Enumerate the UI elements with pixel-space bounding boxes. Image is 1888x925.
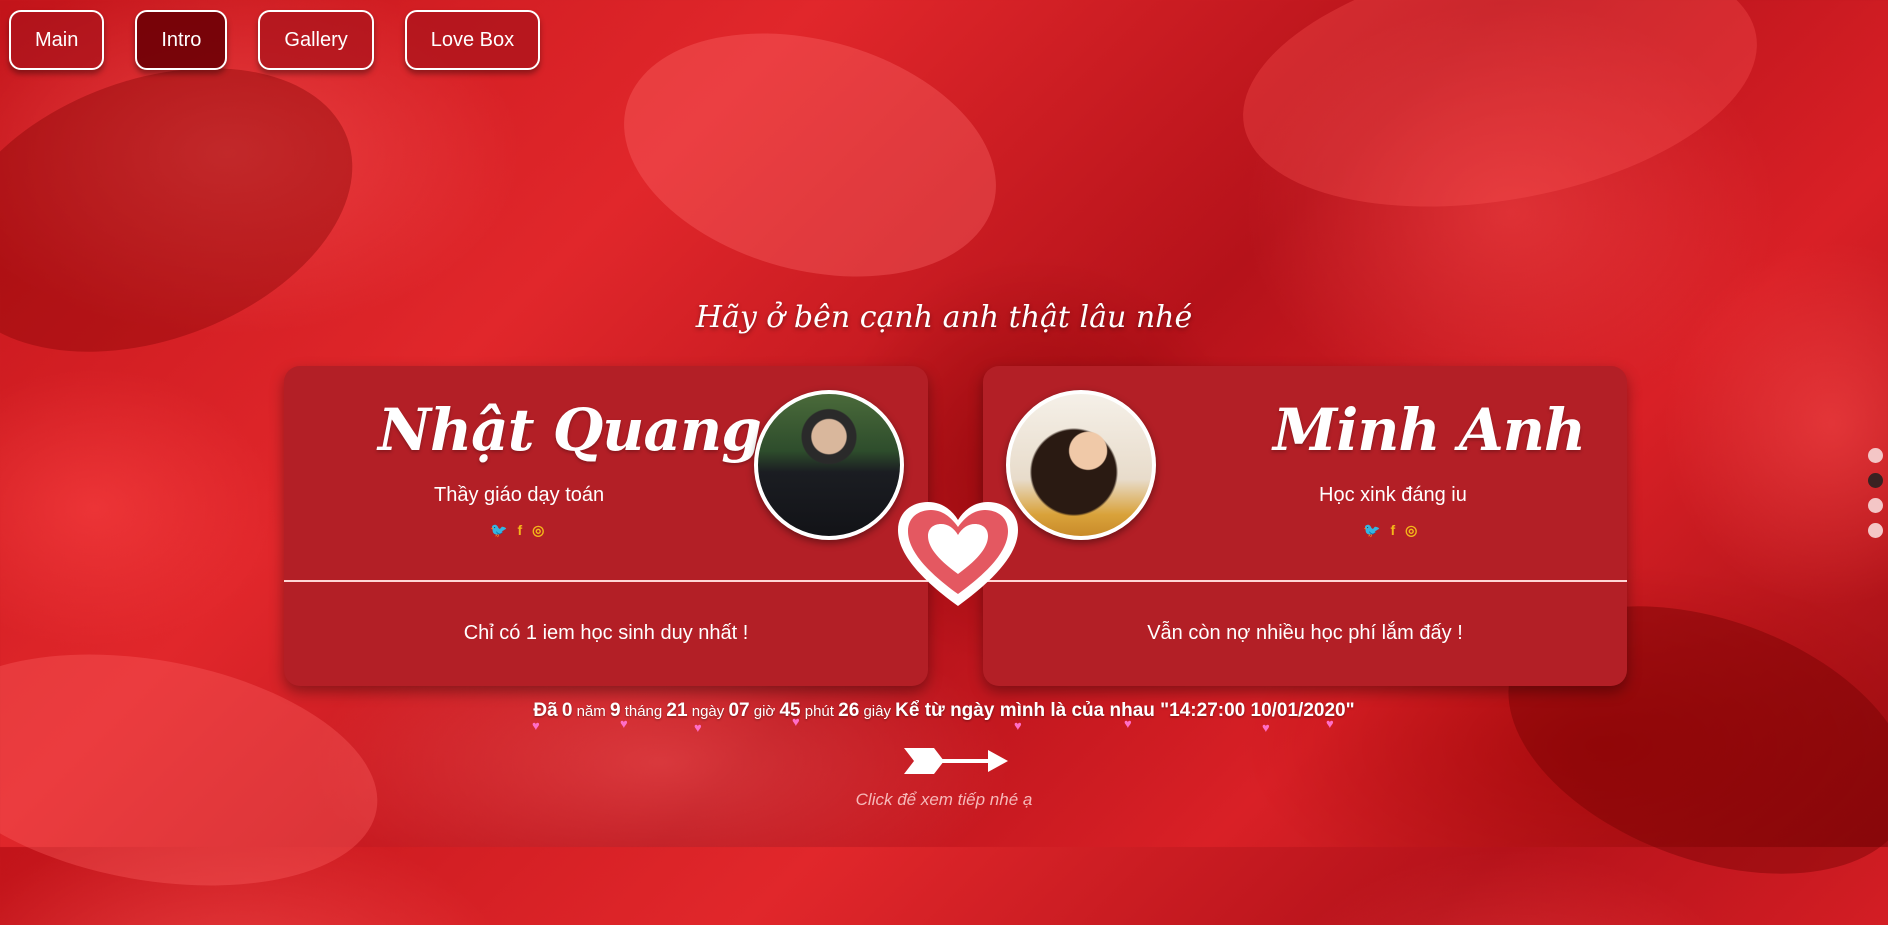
decor-heart-icon: ♥ bbox=[1326, 716, 1334, 731]
counter-hours-label: giờ bbox=[753, 703, 776, 720]
instagram-icon[interactable]: ◎ bbox=[532, 522, 544, 539]
headline: Hãy ở bên cạnh anh thật lâu nhé bbox=[695, 300, 1193, 335]
next-arrow-icon[interactable] bbox=[904, 744, 1008, 778]
counter-seconds-label: giây bbox=[863, 703, 891, 720]
counter-days-label: ngày bbox=[691, 703, 725, 720]
nav-gallery-button[interactable]: Gallery bbox=[258, 10, 374, 70]
heart-icon bbox=[898, 502, 1018, 606]
section-dots bbox=[1868, 448, 1883, 538]
section-dot-3[interactable] bbox=[1868, 498, 1883, 513]
nav-love-box-button[interactable]: Love Box bbox=[404, 10, 541, 70]
continue-hint[interactable]: Click để xem tiếp nhé ạ bbox=[0, 790, 1888, 810]
person-name-left: Nhật Quang bbox=[378, 396, 762, 464]
section-dot-4[interactable] bbox=[1868, 523, 1883, 538]
card-message-right: Vẫn còn nợ nhiều học phí lắm đấy ! bbox=[1147, 622, 1463, 644]
social-links-right: 🐦 f ◎ bbox=[1363, 522, 1417, 539]
counter-seconds: 26 bbox=[838, 700, 860, 721]
nav-intro-button[interactable]: Intro bbox=[135, 10, 228, 70]
person-role-left: Thầy giáo dạy toán bbox=[434, 484, 605, 506]
instagram-icon[interactable]: ◎ bbox=[1405, 522, 1417, 539]
counter-years-label: năm bbox=[576, 703, 606, 720]
counter-minutes-label: phút bbox=[804, 703, 834, 720]
decor-heart-icon: ♥ bbox=[620, 716, 628, 731]
top-nav: Main Intro Gallery Love Box bbox=[9, 10, 541, 70]
decor-heart-icon: ♥ bbox=[694, 720, 702, 735]
counter-months-label: tháng bbox=[624, 703, 663, 720]
section-dot-1[interactable] bbox=[1868, 448, 1883, 463]
facebook-icon[interactable]: f bbox=[517, 522, 522, 539]
decor-heart-icon: ♥ bbox=[1124, 716, 1132, 731]
twitter-icon[interactable]: 🐦 bbox=[1363, 522, 1380, 539]
profile-card-right: Minh Anh Học xink đáng iu 🐦 f ◎ Vẫn còn … bbox=[983, 366, 1627, 686]
profile-card-left: Nhật Quang Thầy giáo dạy toán 🐦 f ◎ Chỉ … bbox=[284, 366, 928, 686]
social-links-left: 🐦 f ◎ bbox=[490, 522, 544, 539]
nav-main-button[interactable]: Main bbox=[9, 10, 105, 70]
decor-heart-icon: ♥ bbox=[792, 714, 800, 729]
background-petal bbox=[596, 0, 1024, 316]
card-divider bbox=[284, 580, 928, 582]
decor-heart-icon: ♥ bbox=[1262, 720, 1270, 735]
counter-hours: 07 bbox=[728, 700, 750, 721]
avatar-right bbox=[1006, 390, 1156, 540]
person-role-right: Học xink đáng iu bbox=[1319, 484, 1467, 506]
counter-years: 0 bbox=[561, 700, 573, 721]
person-name-right: Minh Anh bbox=[1273, 396, 1586, 464]
background-petal bbox=[1223, 0, 1777, 244]
counter-months: 9 bbox=[609, 700, 621, 721]
section-dot-2[interactable] bbox=[1868, 473, 1883, 488]
decor-heart-icon: ♥ bbox=[532, 718, 540, 733]
decor-heart-icon: ♥ bbox=[1014, 718, 1022, 733]
avatar-left bbox=[754, 390, 904, 540]
counter-days: 21 bbox=[666, 700, 688, 721]
facebook-icon[interactable]: f bbox=[1390, 522, 1395, 539]
card-message-left: Chỉ có 1 iem học sinh duy nhất ! bbox=[463, 622, 749, 644]
twitter-icon[interactable]: 🐦 bbox=[490, 522, 507, 539]
background-petal bbox=[0, 16, 392, 404]
card-divider bbox=[983, 580, 1627, 582]
love-counter: Đã 0 năm 9 tháng 21 ngày 07 giờ 45 phút … bbox=[0, 700, 1888, 722]
